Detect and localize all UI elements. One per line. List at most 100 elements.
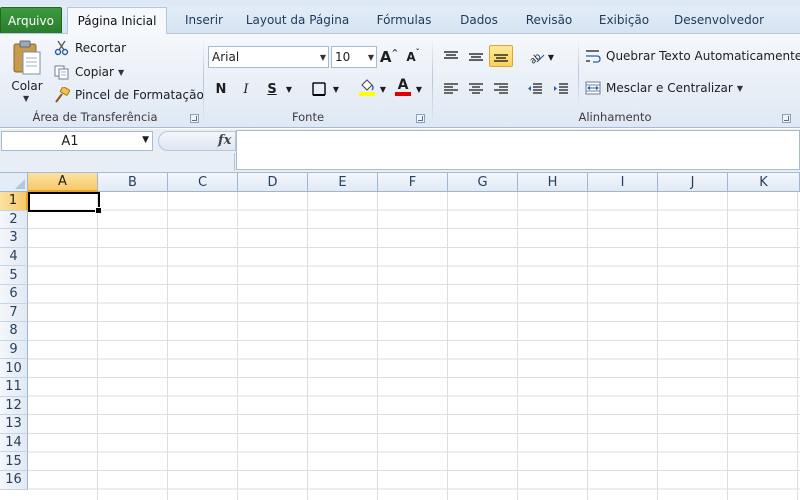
shrink-font-label: A	[406, 50, 416, 64]
column-header-k[interactable]: K	[728, 173, 800, 192]
font-name-combobox[interactable]: Arial ▼	[208, 46, 329, 68]
wrap-text-icon	[586, 50, 601, 63]
row-header-11[interactable]: 11	[0, 378, 28, 397]
text-orientation-icon: ab	[528, 52, 545, 64]
tab-inserir[interactable]: Inserir	[175, 7, 233, 33]
row-header-8[interactable]: 8	[0, 322, 28, 341]
cut-button[interactable]: Recortar	[54, 40, 126, 56]
row-header-5[interactable]: 5	[0, 266, 28, 285]
worksheet-grid: A B C D E F G H I J K 1 2 3 4 5 6 7 8 9 …	[0, 173, 800, 500]
bold-button[interactable]: N	[211, 78, 231, 100]
row-header-16[interactable]: 16	[0, 471, 28, 490]
active-cell-a1[interactable]	[28, 192, 102, 214]
clipboard-group-label: Área de Transferência	[32, 110, 158, 124]
row-header-10[interactable]: 10	[0, 359, 28, 378]
group-divider	[203, 38, 204, 124]
column-header-c[interactable]: C	[168, 173, 238, 192]
font-color-letter: A	[397, 77, 409, 93]
formula-input[interactable]	[236, 130, 800, 170]
orientation-button[interactable]: ab	[526, 46, 548, 68]
font-color-swatch	[395, 92, 411, 96]
align-middle-icon	[469, 53, 483, 61]
row-header-7[interactable]: 7	[0, 303, 28, 323]
align-center-button[interactable]	[465, 78, 487, 100]
wrap-text-label: Quebrar Texto Automaticamente	[606, 49, 800, 63]
row-header-15[interactable]: 15	[0, 452, 28, 471]
italic-button[interactable]: I	[236, 78, 256, 100]
cell-area[interactable]	[28, 192, 800, 500]
row-header-1[interactable]: 1	[0, 192, 28, 211]
wrap-text-button[interactable]: Quebrar Texto Automaticamente	[585, 48, 800, 64]
paste-icon	[13, 40, 41, 75]
chevron-down-icon[interactable]: ▼	[546, 46, 556, 68]
font-color-button[interactable]: A	[392, 76, 414, 98]
chevron-down-icon[interactable]: ▼	[284, 78, 294, 100]
insert-function-button[interactable]: fx	[218, 133, 231, 148]
row-header-12[interactable]: 12	[0, 396, 28, 416]
copy-button[interactable]: Copiar ▼	[54, 64, 124, 80]
font-size-combobox[interactable]: 10 ▼	[331, 46, 377, 68]
chevron-down-icon[interactable]: ▼	[142, 135, 149, 145]
fill-color-swatch	[359, 91, 375, 96]
scissors-icon	[54, 40, 69, 56]
file-tab[interactable]: Arquivo	[0, 7, 62, 33]
row-header-3[interactable]: 3	[0, 229, 28, 248]
decrease-indent-button[interactable]	[524, 78, 546, 100]
merge-center-button[interactable]: Mesclar e Centralizar ▼	[585, 80, 743, 96]
name-box[interactable]: A1 ▼	[1, 131, 153, 151]
tab-layout-da-pagina[interactable]: Layout da Página	[240, 7, 355, 33]
chevron-down-icon[interactable]: ▼	[23, 94, 29, 103]
shrink-font-button[interactable]: Aˇ	[404, 46, 422, 68]
merge-center-icon	[585, 81, 601, 95]
tab-revisao[interactable]: Revisão	[518, 7, 580, 33]
font-name-value: Arial	[212, 50, 240, 64]
tab-formulas[interactable]: Fórmulas	[368, 7, 440, 33]
row-header-13[interactable]: 13	[0, 415, 28, 434]
tab-exibicao[interactable]: Exibição	[592, 7, 656, 33]
column-header-d[interactable]: D	[238, 173, 308, 192]
row-header-6[interactable]: 6	[0, 285, 28, 304]
chevron-down-icon[interactable]: ▼	[331, 78, 341, 100]
column-header-e[interactable]: E	[308, 173, 378, 192]
row-header-9[interactable]: 9	[0, 340, 28, 360]
clipboard-launcher-icon[interactable]	[190, 114, 199, 123]
align-right-button[interactable]	[490, 78, 512, 100]
column-header-b[interactable]: B	[98, 173, 168, 192]
align-bottom-button[interactable]	[489, 45, 513, 67]
format-painter-button[interactable]: Pincel de Formatação	[54, 87, 204, 103]
chevron-down-icon[interactable]: ▼	[320, 53, 326, 62]
fill-color-button[interactable]	[356, 76, 378, 98]
align-left-button[interactable]	[440, 78, 462, 100]
tab-desenvolvedor[interactable]: Desenvolvedor	[668, 7, 770, 33]
font-launcher-icon[interactable]	[416, 114, 425, 123]
column-header-a[interactable]: A	[28, 173, 98, 192]
row-header-2[interactable]: 2	[0, 210, 28, 230]
font-group-label: Fonte	[291, 110, 325, 124]
align-right-icon	[494, 83, 508, 94]
name-box-value: A1	[61, 133, 79, 149]
column-header-j[interactable]: J	[658, 173, 728, 192]
increase-indent-icon	[554, 83, 568, 94]
column-header-g[interactable]: G	[448, 173, 518, 192]
row-header-14[interactable]: 14	[0, 433, 28, 453]
chevron-down-icon[interactable]: ▼	[368, 53, 374, 62]
chevron-down-icon[interactable]: ▼	[118, 68, 124, 77]
select-all-button[interactable]	[0, 173, 28, 192]
tab-dados[interactable]: Dados	[452, 7, 506, 33]
align-top-button[interactable]	[440, 46, 462, 68]
row-header-4[interactable]: 4	[0, 247, 28, 267]
tab-pagina-inicial[interactable]: Página Inicial	[67, 7, 167, 34]
grow-font-button[interactable]: A ^	[380, 46, 398, 68]
chevron-down-icon[interactable]: ▼	[737, 84, 743, 93]
column-header-f[interactable]: F	[378, 173, 448, 192]
increase-indent-button[interactable]	[550, 78, 572, 100]
column-header-h[interactable]: H	[518, 173, 588, 192]
borders-icon	[312, 82, 326, 96]
underline-button[interactable]: S	[262, 78, 282, 100]
borders-button[interactable]	[308, 78, 330, 100]
alignment-launcher-icon[interactable]	[782, 114, 791, 123]
column-header-i[interactable]: I	[588, 173, 658, 192]
chevron-down-icon[interactable]: ▼	[378, 78, 388, 100]
align-middle-button[interactable]	[465, 46, 487, 68]
chevron-down-icon[interactable]: ▼	[414, 78, 424, 100]
